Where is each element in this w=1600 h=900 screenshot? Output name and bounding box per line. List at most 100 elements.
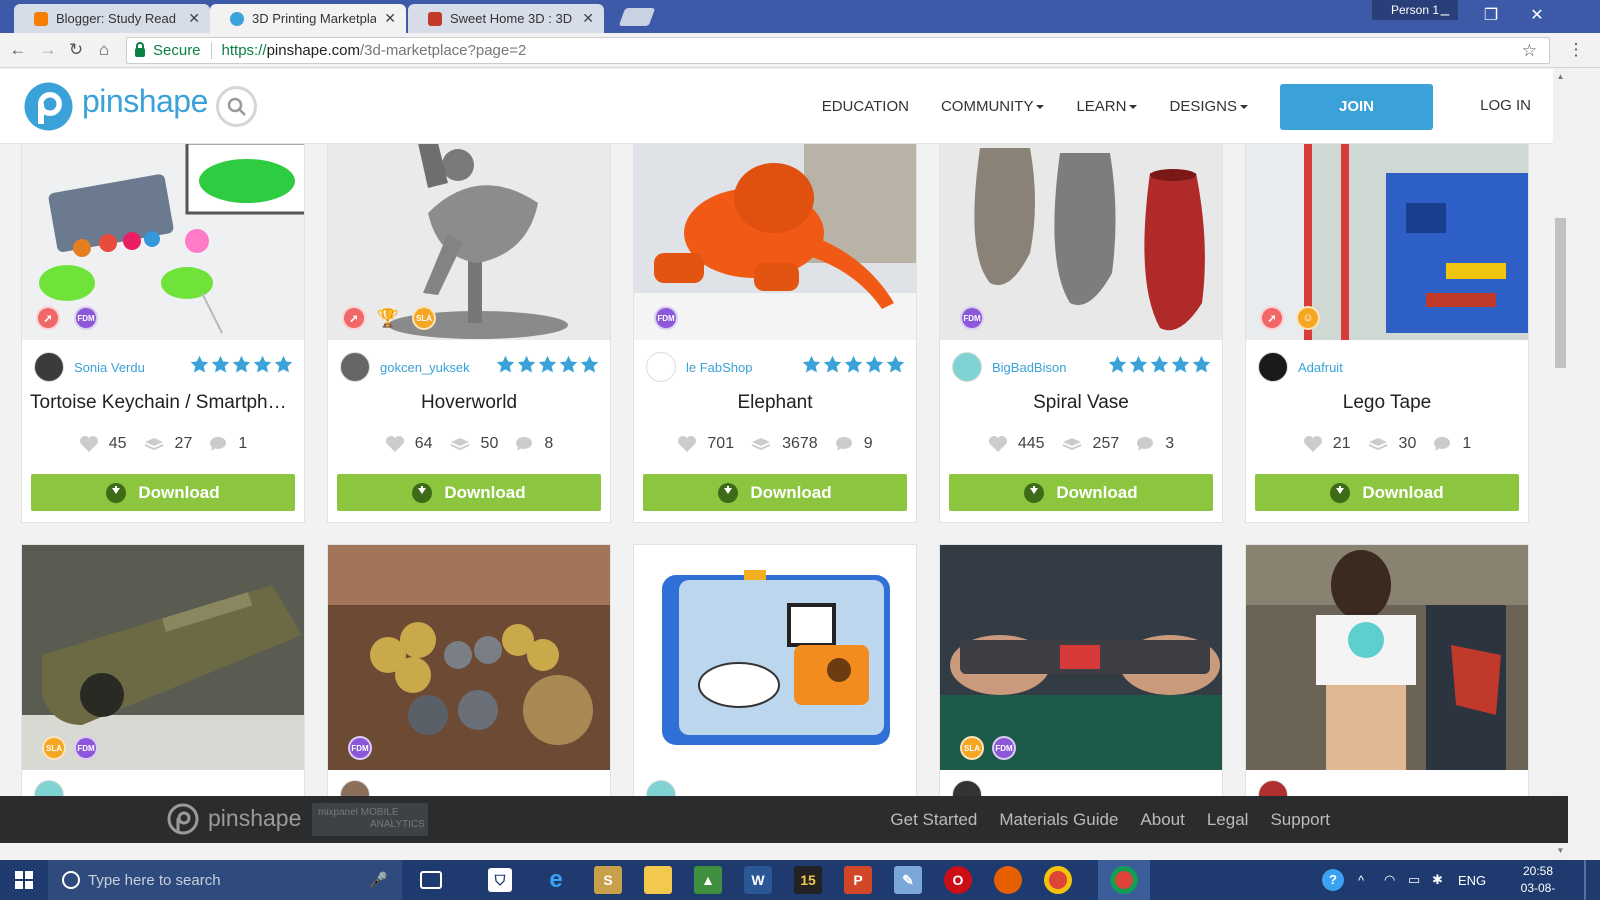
image-app-icon[interactable]: ▲ (694, 866, 722, 894)
tab-pinshape[interactable]: 3D Printing Marketplace ✕ (210, 4, 406, 33)
powerpoint-icon[interactable]: P (844, 866, 872, 894)
scroll-down-icon[interactable]: ▼ (1553, 843, 1568, 857)
tab-blogger[interactable]: Blogger: Study Read and ✕ (14, 4, 210, 33)
show-desktop-button[interactable] (1584, 860, 1586, 900)
author[interactable] (1258, 780, 1298, 796)
design-image[interactable]: ➚ ☺ (1246, 144, 1528, 340)
microphone-icon[interactable]: 🎤 (369, 871, 388, 889)
page-scrollbar[interactable] (1553, 69, 1568, 857)
windows-start-icon[interactable] (10, 866, 38, 894)
chrome-active-icon[interactable] (1110, 866, 1138, 894)
close-icon[interactable]: ✕ (384, 10, 396, 27)
footer-logo-text[interactable]: pinshape (208, 805, 301, 832)
tray-chevron-icon[interactable]: ^ (1358, 860, 1364, 900)
opera-icon[interactable]: O (944, 866, 972, 894)
design-image[interactable]: ➚ 🏆 SLA (328, 144, 610, 340)
taskbar-search-input[interactable]: Type here to search 🎤 (48, 860, 402, 900)
author-name[interactable]: le FabShop (686, 360, 753, 375)
restore-icon[interactable]: ❐ (1468, 2, 1514, 28)
design-title[interactable]: Tortoise Keychain / Smartphon... (30, 392, 296, 414)
download-button[interactable]: Download (1255, 474, 1519, 511)
url-field[interactable]: Secure https:// pinshape.com /3d-marketp… (126, 37, 1550, 64)
design-image[interactable] (1246, 545, 1528, 770)
design-image[interactable]: FDM (328, 545, 610, 770)
design-card[interactable]: ➚ 🏆 SLA gokcen_yuksek Hoverworld 64 50 8… (327, 144, 611, 523)
back-icon[interactable]: ← (6, 38, 30, 62)
footer-link-about[interactable]: About (1140, 810, 1184, 830)
heart-icon[interactable] (677, 435, 697, 453)
slides-app-icon[interactable]: S (594, 866, 622, 894)
window-close-icon[interactable]: ✕ (1514, 2, 1560, 28)
nav-designs[interactable]: DESIGNS (1169, 98, 1248, 115)
firefox-icon[interactable] (994, 866, 1022, 894)
design-card[interactable]: FDM BigBadBison Spiral Vase 445 257 3 Do… (939, 144, 1223, 523)
tab-sweethome[interactable]: Sweet Home 3D : 3D mo ✕ (408, 4, 604, 33)
heart-icon[interactable] (79, 435, 99, 453)
author-name[interactable]: BigBadBison (992, 360, 1066, 375)
design-title[interactable]: Hoverworld (336, 392, 602, 414)
design-image[interactable]: SLA FDM (22, 545, 304, 770)
heart-icon[interactable] (385, 435, 405, 453)
download-button[interactable]: Download (949, 474, 1213, 511)
edge-icon[interactable]: e (542, 866, 570, 894)
design-image[interactable]: SLA FDM (940, 545, 1222, 770)
design-card[interactable]: ➚ ☺ Adafruit Lego Tape 21 30 1 Download (1245, 144, 1529, 523)
author[interactable]: Adafruit (1258, 352, 1343, 382)
download-button[interactable]: Download (337, 474, 601, 511)
language-indicator[interactable]: ENG (1458, 860, 1486, 900)
design-image[interactable] (634, 545, 916, 770)
search-button[interactable] (216, 86, 257, 127)
pinshape-logo-icon[interactable] (167, 803, 199, 835)
design-card[interactable] (1245, 544, 1529, 796)
design-card[interactable] (633, 544, 917, 796)
battery-icon[interactable]: ▭ (1408, 860, 1420, 900)
author[interactable] (952, 780, 992, 796)
author[interactable]: gokcen_yuksek (340, 352, 470, 382)
author[interactable] (646, 780, 686, 796)
footer-link-get-started[interactable]: Get Started (890, 810, 977, 830)
app-15-icon[interactable]: 15 (794, 866, 822, 894)
author[interactable]: BigBadBison (952, 352, 1066, 382)
login-link[interactable]: LOG IN (1480, 97, 1531, 114)
heart-icon[interactable] (1303, 435, 1323, 453)
author-name[interactable]: Sonia Verdu (74, 360, 145, 375)
heart-icon[interactable] (988, 435, 1008, 453)
author-name[interactable]: Adafruit (1298, 360, 1343, 375)
author[interactable]: le FabShop (646, 352, 753, 382)
bookmark-star-icon[interactable]: ☆ (1522, 41, 1537, 61)
menu-dots-icon[interactable]: ⋮ (1564, 38, 1588, 62)
footer-link-legal[interactable]: Legal (1207, 810, 1249, 830)
close-icon[interactable]: ✕ (582, 10, 594, 27)
site-logo-text[interactable]: pinshape (82, 83, 208, 120)
scrollbar-thumb[interactable] (1555, 218, 1566, 368)
forward-icon[interactable]: → (36, 38, 60, 62)
mixpanel-badge[interactable]: mixpanel MOBILE ANALYTICS (312, 803, 428, 836)
file-explorer-icon[interactable] (644, 866, 672, 894)
footer-link-support[interactable]: Support (1270, 810, 1330, 830)
design-card[interactable]: SLA FDM (21, 544, 305, 796)
minimize-icon[interactable]: – (1422, 2, 1468, 28)
author-name[interactable]: gokcen_yuksek (380, 360, 470, 375)
nav-community[interactable]: COMMUNITY (941, 98, 1045, 115)
taskbar-clock[interactable]: 20:58 03-08-2017 (1508, 863, 1568, 900)
pinshape-logo-icon[interactable] (22, 80, 75, 133)
chrome-icon[interactable] (1044, 866, 1072, 894)
new-tab-button[interactable] (618, 8, 656, 26)
close-icon[interactable]: ✕ (188, 10, 200, 27)
footer-link-materials-guide[interactable]: Materials Guide (999, 810, 1118, 830)
design-title[interactable]: Spiral Vase (948, 392, 1214, 414)
design-card[interactable]: FDM le FabShop Elephant 701 3678 9 Downl… (633, 144, 917, 523)
author[interactable]: Sonia Verdu (34, 352, 145, 382)
design-card[interactable]: FDM (327, 544, 611, 796)
nav-learn[interactable]: LEARN (1076, 98, 1138, 115)
design-image[interactable]: FDM (940, 144, 1222, 340)
design-card[interactable]: SLA FDM (939, 544, 1223, 796)
nav-education[interactable]: EDUCATION (822, 98, 909, 115)
store-icon[interactable]: ⛉ (488, 868, 512, 892)
scroll-up-icon[interactable]: ▲ (1553, 69, 1568, 83)
design-title[interactable]: Lego Tape (1254, 392, 1520, 414)
help-icon[interactable]: ? (1322, 860, 1344, 900)
wifi-icon[interactable]: ◠ (1384, 860, 1395, 900)
settings-tray-icon[interactable]: ✱ (1432, 860, 1443, 900)
download-button[interactable]: Download (643, 474, 907, 511)
